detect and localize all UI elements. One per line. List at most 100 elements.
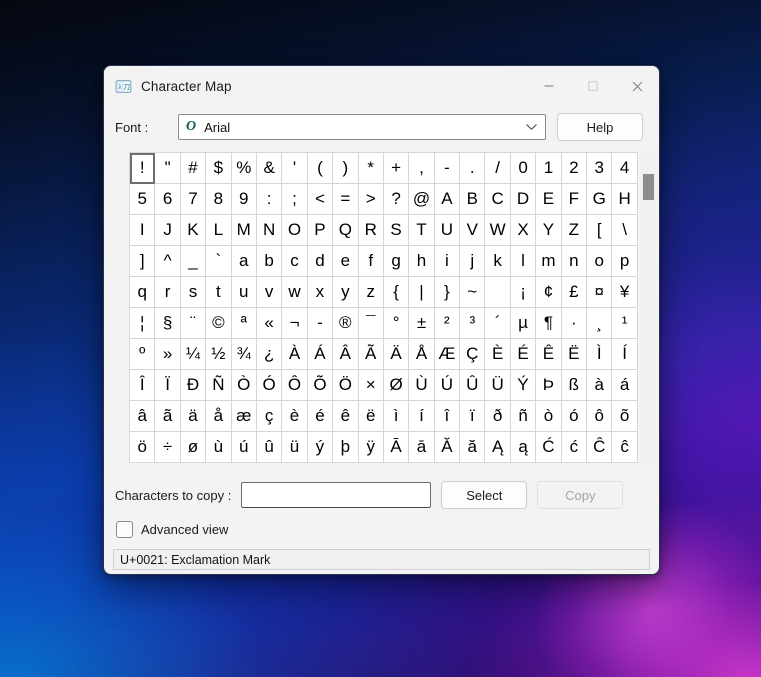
character-cell[interactable]: Ú <box>433 369 461 401</box>
character-cell[interactable]: Ý <box>509 369 537 401</box>
character-cell[interactable]: ± <box>408 307 435 339</box>
character-cell[interactable]: K <box>179 214 207 246</box>
character-cell[interactable]: ® <box>332 307 359 339</box>
character-cell[interactable]: Î <box>128 369 156 401</box>
character-cell[interactable]: © <box>205 307 232 339</box>
character-cell[interactable]: / <box>484 152 511 184</box>
character-cell[interactable]: # <box>179 152 207 184</box>
character-cell[interactable]: å <box>205 400 232 432</box>
character-cell[interactable]: » <box>154 338 181 370</box>
character-cell[interactable]: ¯ <box>357 307 384 339</box>
character-cell[interactable]: ² <box>433 307 461 339</box>
character-cell[interactable]: 1 <box>535 152 562 184</box>
character-cell[interactable]: ÷ <box>154 431 181 463</box>
character-cell[interactable]: s <box>179 276 207 308</box>
character-cell[interactable]: Ñ <box>205 369 232 401</box>
character-cell[interactable]: ð <box>484 400 511 432</box>
character-cell[interactable]: Ð <box>179 369 207 401</box>
character-cell[interactable]: ¥ <box>611 276 638 308</box>
character-cell[interactable]: § <box>154 307 181 339</box>
character-cell[interactable]: g <box>382 245 410 277</box>
character-cell[interactable]: ç <box>255 400 283 432</box>
character-cell[interactable]: ' <box>281 152 308 184</box>
character-cell[interactable]: Â <box>332 338 359 370</box>
character-cell[interactable]: j <box>459 245 486 277</box>
character-cell[interactable]: þ <box>332 431 359 463</box>
character-cell[interactable]: Ë <box>560 338 588 370</box>
character-cell[interactable]: ¹ <box>611 307 638 339</box>
character-cell[interactable]: Z <box>560 214 588 246</box>
character-cell[interactable]: ¦ <box>128 307 156 339</box>
character-cell[interactable]: A <box>433 183 461 215</box>
help-button[interactable]: Help <box>557 113 643 141</box>
character-cell[interactable]: D <box>509 183 537 215</box>
character-cell[interactable]: X <box>509 214 537 246</box>
character-cell[interactable]: V <box>459 214 486 246</box>
character-cell[interactable]: ¾ <box>230 338 257 370</box>
character-cell[interactable]: ý <box>306 431 334 463</box>
character-cell[interactable]: û <box>255 431 283 463</box>
character-cell[interactable]: a <box>230 245 257 277</box>
character-cell[interactable]: ø <box>179 431 207 463</box>
character-cell[interactable]: ¿ <box>255 338 283 370</box>
character-cell[interactable]: Ą <box>484 431 511 463</box>
character-cell[interactable]: . <box>459 152 486 184</box>
character-cell[interactable]: 2 <box>560 152 588 184</box>
character-cell[interactable]: æ <box>230 400 257 432</box>
character-cell[interactable]: B <box>459 183 486 215</box>
character-cell[interactable]: ú <box>230 431 257 463</box>
character-cell[interactable]: W <box>484 214 511 246</box>
character-cell[interactable]: Ã <box>357 338 384 370</box>
character-cell[interactable]: Q <box>332 214 359 246</box>
character-cell[interactable]: ñ <box>509 400 537 432</box>
character-cell[interactable]: ö <box>128 431 156 463</box>
character-cell[interactable]: á <box>611 369 638 401</box>
character-cell[interactable]: = <box>332 183 359 215</box>
character-cell[interactable]: * <box>357 152 384 184</box>
character-cell[interactable]: Ù <box>408 369 435 401</box>
character-cell[interactable]: ¬ <box>281 307 308 339</box>
character-cell[interactable]: ć <box>560 431 588 463</box>
character-cell[interactable]: ! <box>128 152 156 184</box>
character-cell[interactable]: ³ <box>459 307 486 339</box>
character-cell[interactable]: Ć <box>535 431 562 463</box>
character-cell[interactable]: & <box>255 152 283 184</box>
character-cell[interactable]: ÿ <box>357 431 384 463</box>
character-cell[interactable]: ê <box>332 400 359 432</box>
scrollbar-thumb[interactable] <box>642 174 654 200</box>
character-cell[interactable]: I <box>128 214 156 246</box>
character-cell[interactable]: ) <box>332 152 359 184</box>
character-cell[interactable]: ] <box>128 245 156 277</box>
character-cell[interactable]: à <box>586 369 613 401</box>
character-cell[interactable]: q <box>128 276 156 308</box>
character-cell[interactable]: , <box>408 152 435 184</box>
character-cell[interactable]: U <box>433 214 461 246</box>
character-cell[interactable]: b <box>255 245 283 277</box>
character-cell[interactable]: ù <box>205 431 232 463</box>
character-cell[interactable]: º <box>128 338 156 370</box>
copy-button[interactable]: Copy <box>537 481 624 509</box>
character-cell[interactable]: õ <box>611 400 638 432</box>
character-cell[interactable]: ? <box>382 183 410 215</box>
character-cell[interactable]: â <box>128 400 156 432</box>
character-cell[interactable]: o <box>586 245 613 277</box>
character-cell[interactable]: O <box>281 214 308 246</box>
character-cell[interactable]: Þ <box>535 369 562 401</box>
character-cell[interactable]: 8 <box>205 183 232 215</box>
character-cell[interactable]: Ç <box>459 338 486 370</box>
character-cell[interactable]: ô <box>586 400 613 432</box>
character-cell[interactable]: } <box>433 276 461 308</box>
character-cell[interactable]: [ <box>586 214 613 246</box>
maximize-button[interactable] <box>571 66 615 106</box>
character-cell[interactable]: ë <box>357 400 384 432</box>
character-cell[interactable]: ì <box>382 400 410 432</box>
character-cell[interactable]: ą <box>509 431 537 463</box>
character-cell[interactable]: Ì <box>586 338 613 370</box>
character-cell[interactable]: 5 <box>128 183 156 215</box>
character-cell[interactable]: - <box>306 307 334 339</box>
character-cell[interactable]: u <box>230 276 257 308</box>
character-cell[interactable]: « <box>255 307 283 339</box>
close-button[interactable] <box>615 66 659 106</box>
character-cell[interactable]: E <box>535 183 562 215</box>
character-cell[interactable]: ° <box>382 307 410 339</box>
